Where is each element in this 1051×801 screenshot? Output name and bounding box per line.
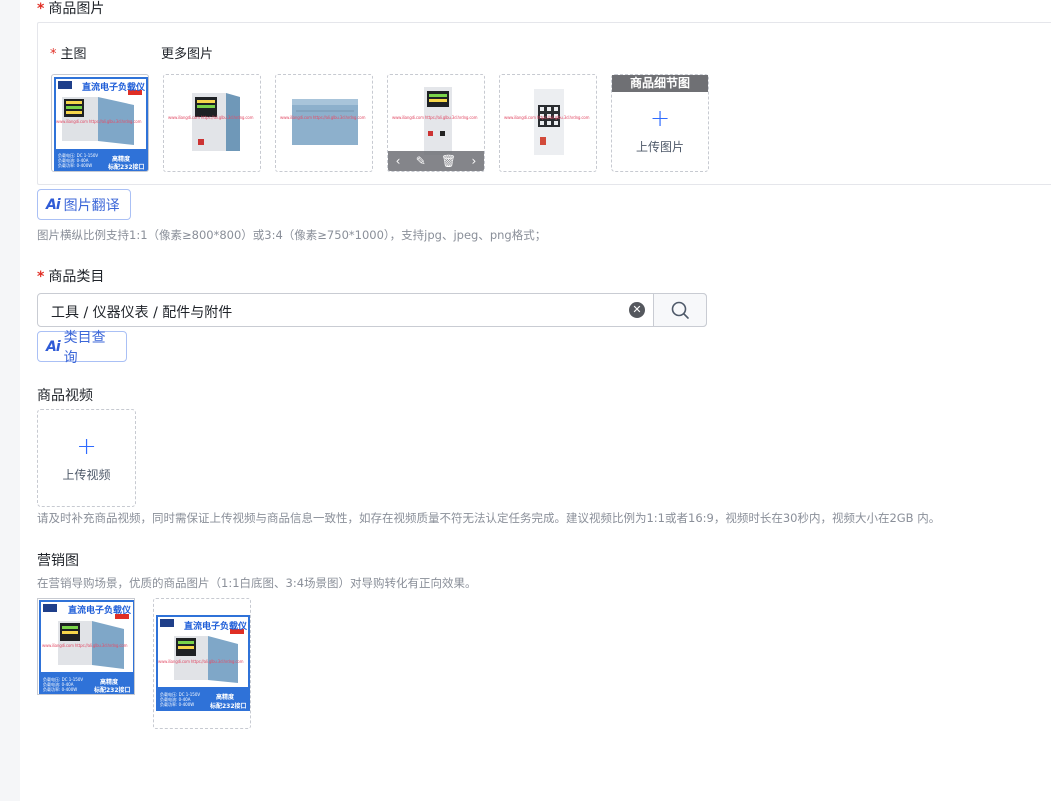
more-image-3[interactable]: www.iliangdi.com https://ali.glbu.3d.hrd… — [387, 74, 485, 172]
product-photo-4 — [534, 89, 564, 155]
ai-icon: Ai — [46, 196, 61, 213]
more-image-1[interactable]: www.iliangdi.com https://ali.glbu.3d.hrd… — [163, 74, 261, 172]
images-hint: 图片横纵比例支持1:1（像素≥800*800）或3:4（像素≥750*1000）… — [37, 228, 547, 242]
marketing-image-portrait[interactable]: 直流电子负载仪 www.iliangdi.com https://ali.glb… — [153, 598, 251, 729]
marketing-hint: 在营销导购场景，优质的商品图片（1:1白底图、3:4场景图）对导购转化有正向效果… — [37, 576, 477, 590]
plus-icon: + — [649, 103, 671, 132]
marketing-section-title: 营销图 — [37, 553, 79, 569]
main-image-thumb[interactable]: 直流电子负载仪 www.iliangdi.com https://ali.glb… — [51, 74, 149, 172]
more-images-label: 更多图片 — [161, 47, 214, 62]
ai-category-query-button[interactable]: Ai 类目查询 — [37, 330, 127, 366]
more-image-4[interactable]: www.iliangdi.com https://ali.glbu.3d.hrd… — [499, 74, 597, 172]
main-image-label: * 主图 — [50, 47, 87, 62]
video-hint: 请及时补充商品视频，同时需保证上传视频与商品信息一致性，如存在视频质量不符无法认… — [37, 511, 941, 525]
spec-lines: 负载电压: DC 1-150V 负载电流: 0-40A 负载功率: 0-400W — [58, 153, 99, 168]
images-panel: * 主图 更多图片 直流电子负载仪 www.iliangdi.com https:… — [37, 22, 1051, 185]
clear-icon[interactable]: ✕ — [629, 302, 645, 318]
category-field[interactable]: 工具 / 仪器仪表 / 配件与附件 ✕ — [37, 293, 707, 327]
product-form: * 商品图片 * 主图 更多图片 直流电子负载仪 www.iliangdi.co… — [20, 0, 1051, 801]
category-search-button[interactable] — [653, 293, 707, 327]
video-upload[interactable]: + 上传视频 — [37, 409, 136, 507]
product-photo-2 — [292, 99, 358, 145]
category-value: 工具 / 仪器仪表 / 配件与附件 — [51, 305, 233, 321]
ai-icon: Ai — [46, 338, 61, 355]
plus-icon: + — [76, 431, 97, 460]
image-toolbar: ‹ ✎ 🗑 › — [388, 151, 484, 171]
marketing-image-square[interactable]: 直流电子负载仪 www.iliangdi.com https://ali.glb… — [37, 598, 135, 695]
chevron-right-icon[interactable]: › — [472, 154, 477, 168]
chevron-left-icon[interactable]: ‹ — [396, 154, 401, 168]
video-section-title: 商品视频 — [37, 388, 93, 404]
more-image-2[interactable]: www.iliangdi.com https://ali.glbu.3d.hrd… — [275, 74, 373, 172]
product-photo-1 — [192, 93, 240, 151]
edit-icon[interactable]: ✎ — [416, 154, 426, 168]
trash-icon[interactable]: 🗑 — [441, 154, 456, 168]
detail-image-label: 商品细节图 — [612, 75, 708, 92]
ai-image-translate-button[interactable]: Ai 图片翻译 — [37, 189, 131, 220]
search-icon — [671, 301, 689, 319]
category-section-title: * 商品类目 — [37, 269, 105, 285]
images-section-title: * 商品图片 — [37, 1, 105, 17]
detail-image-upload[interactable]: 商品细节图 + 上传图片 — [611, 74, 709, 172]
